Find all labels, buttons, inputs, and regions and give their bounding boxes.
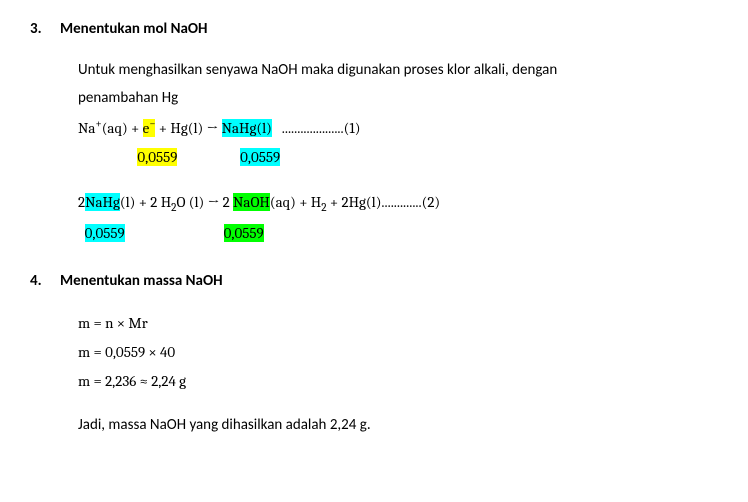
eq1-dots: ....................(1) (272, 119, 361, 137)
intro-line-1: Untuk menghasilkan senyawa NaOH maka dig… (78, 58, 718, 82)
eq2-val-left: 0,0559 (85, 224, 125, 242)
equation-1-values: 0,0559 0,0559 (78, 144, 718, 171)
section-4-body: m = n × Mr m = 0,0559 × 40 m = 2,236 ≈ 2… (78, 310, 718, 437)
section-4-header: 4. Menentukan massa NaOH (30, 272, 718, 290)
mass-formula-line-1: m = n × Mr (78, 310, 718, 337)
equation-2: 2NaHg(l) + 2 H2O (l) → 2 NaOH(aq) + H2 +… (78, 189, 718, 218)
eq1-aq: (aq) + (102, 119, 143, 137)
eq2-naoh-tail: (aq) + H (270, 193, 321, 211)
eq1-na: Na (78, 119, 95, 137)
eq1-electron: e− (143, 119, 156, 137)
eq2-h2o-tail: O (l) → 2 (176, 193, 233, 211)
section-3-body: Untuk menghasilkan senyawa NaOH maka dig… (78, 58, 718, 247)
mass-formula-line-3: m = 2,236 ≈ 2,24 g (78, 368, 718, 395)
section-3-number: 3. (30, 20, 60, 38)
mass-formula-line-2: m = 0,0559 × 40 (78, 339, 718, 366)
eq2-naoh: NaOH (233, 193, 270, 211)
eq1-val-left: 0,0559 (137, 148, 177, 166)
section-3-title: Menentukan mol NaOH (60, 20, 208, 38)
equation-2-values: 0,0559 0,0559 (78, 220, 718, 247)
eq2-nahg-l: (l) + 2 H (120, 193, 171, 211)
eq2-nahg: NaHg (85, 193, 120, 211)
section-4-title: Menentukan massa NaOH (60, 272, 223, 290)
eq2-2hg: + 2Hg(l).............(2) (327, 193, 441, 211)
eq1-nahg: NaHg(l) (222, 119, 272, 137)
section-4-number: 4. (30, 272, 60, 290)
intro-line-2: penambahan Hg (78, 86, 718, 110)
section-3-header: 3. Menentukan mol NaOH (30, 20, 718, 38)
equation-1: Na+(aq) + e− + Hg(l) → NaHg(l) .........… (78, 114, 718, 142)
eq1-val-right: 0,0559 (240, 148, 280, 166)
eq2-val-right: 0,0559 (224, 224, 264, 242)
conclusion: Jadi, massa NaOH yang dihasilkan adalah … (78, 413, 718, 437)
eq1-plus-hg: + Hg(l) → (155, 119, 221, 137)
